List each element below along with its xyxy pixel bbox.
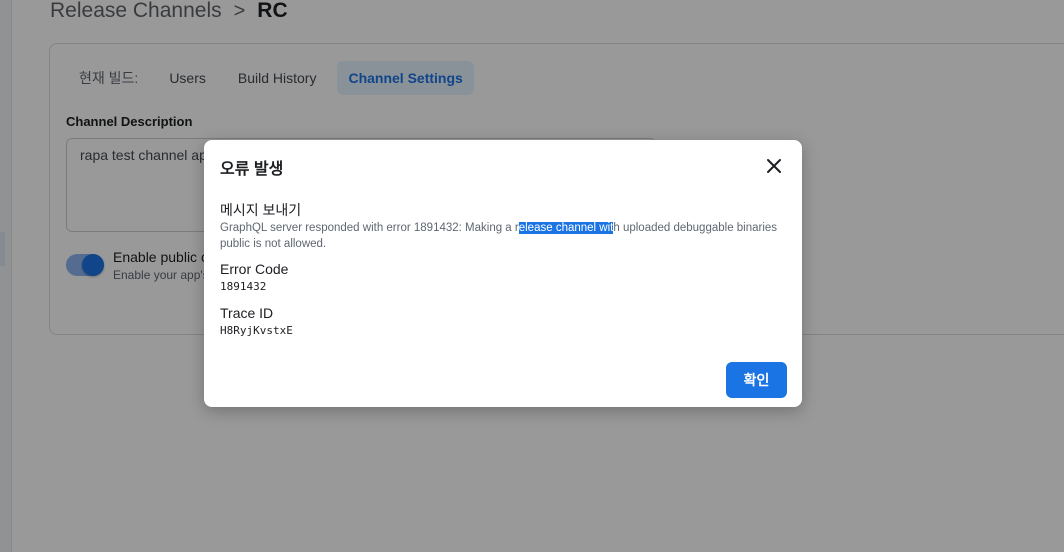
dialog-title: 오류 발생 [220,161,284,178]
confirm-button[interactable]: 확인 [726,362,787,398]
error-code-value: 1891432 [220,280,267,293]
error-dialog: 오류 발생 메시지 보내기 GraphQL server responded w… [204,140,802,407]
error-code-label: Error Code [220,261,289,277]
trace-id-value: H8RyjKvstxE [220,324,293,337]
message-label: 메시지 보내기 [220,202,302,218]
error-message-start: GraphQL server responded with error 1891… [220,222,519,234]
trace-id-label: Trace ID [220,305,274,321]
error-message: GraphQL server responded with error 1891… [220,220,780,252]
close-button[interactable] [762,154,786,178]
error-message-selection: elease channel wit [518,222,614,234]
close-icon [767,159,781,173]
